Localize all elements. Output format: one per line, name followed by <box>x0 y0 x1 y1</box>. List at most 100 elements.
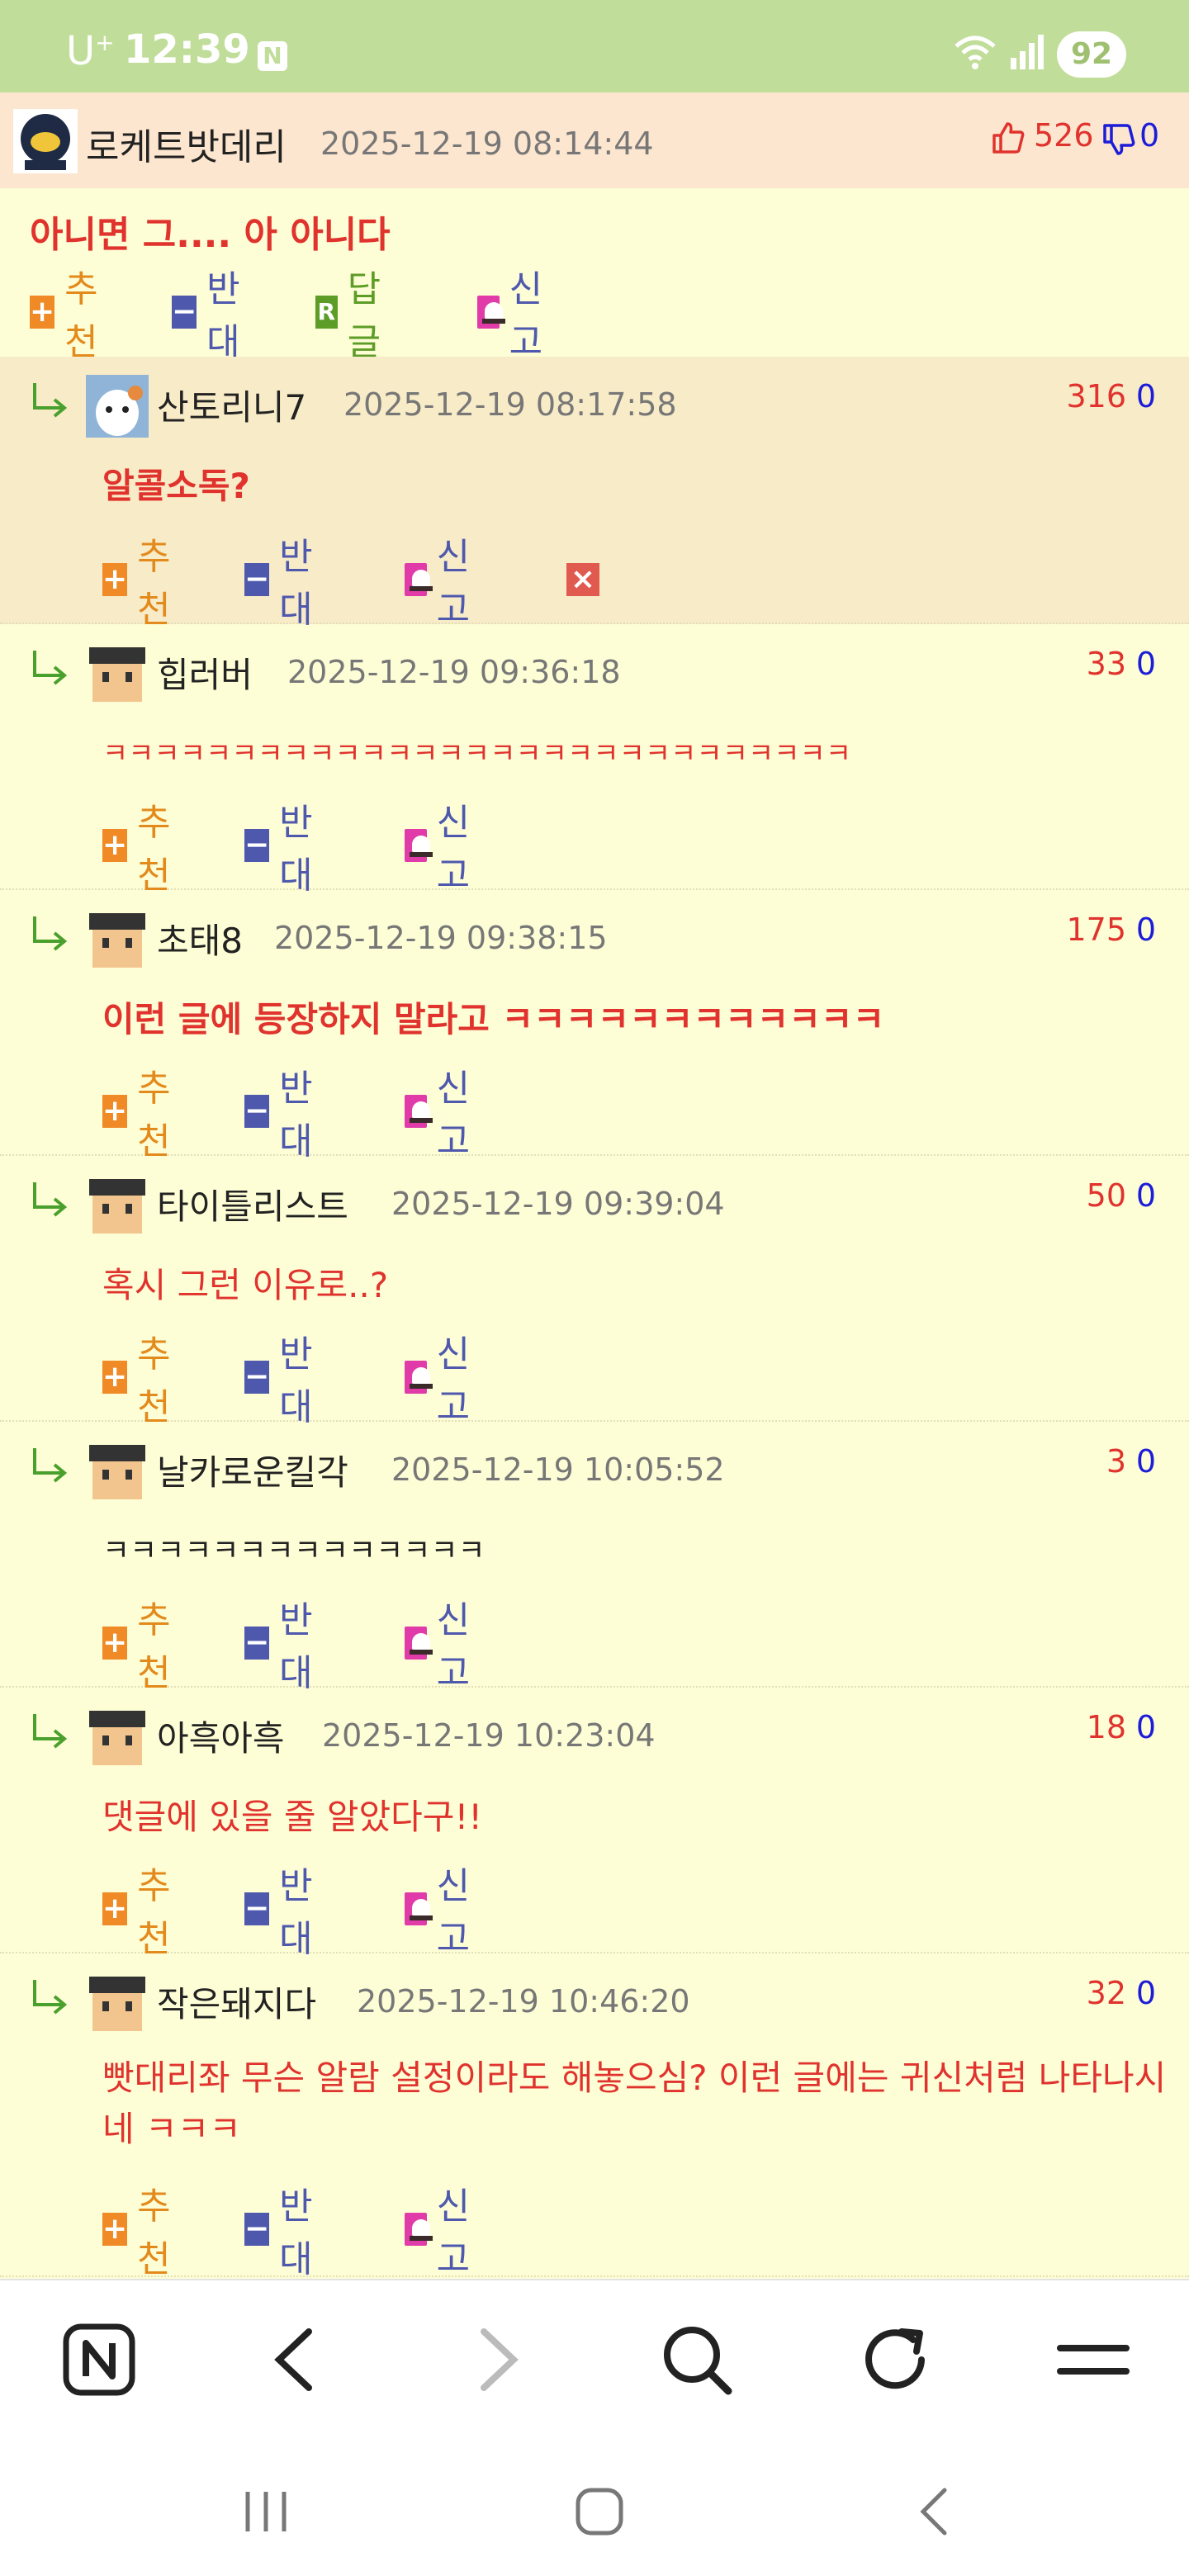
comment-down-count: 0 <box>1135 1443 1156 1480</box>
refresh-icon[interactable] <box>855 2320 935 2399</box>
recommend-button[interactable]: + 추천 <box>102 1599 178 1694</box>
recommend-button[interactable]: + 추천 <box>102 2185 178 2280</box>
report-button[interactable]: 신고 <box>405 1865 481 1960</box>
comment-down-count: 0 <box>1135 1177 1156 1214</box>
comment-up-count: 316 <box>1066 378 1126 414</box>
menu-icon[interactable] <box>1054 2320 1133 2399</box>
report-button[interactable]: 신고 <box>405 1599 481 1694</box>
recommend-button[interactable]: + 추천 <box>102 802 178 897</box>
report-button[interactable]: 신고 <box>405 1333 481 1428</box>
report-button[interactable]: 신고 <box>405 802 481 897</box>
pixel-avatar-icon <box>86 908 149 971</box>
report-button[interactable]: 신고 <box>405 536 481 631</box>
system-back-icon[interactable] <box>908 2485 961 2538</box>
comment-date: 2025-12-19 10:23:04 <box>322 1717 656 1754</box>
oppose-button[interactable]: − 반대 <box>172 268 248 363</box>
comment-body: ㅋㅋㅋㅋㅋㅋㅋㅋㅋㅋㅋㅋㅋㅋ <box>102 1534 486 1568</box>
comment-date: 2025-12-19 09:38:15 <box>274 920 608 956</box>
comment-author[interactable]: 날카로운킬각 <box>157 1445 348 1495</box>
comment-item: 초태8 2025-12-19 09:38:15 175 0 이런 글에 등장하지… <box>0 890 1189 1163</box>
oppose-button[interactable]: − 반대 <box>244 1068 320 1163</box>
oppose-button[interactable]: − 반대 <box>244 1865 320 1960</box>
siren-icon <box>405 563 433 596</box>
plus-icon: + <box>102 828 128 862</box>
comment-body: 알콜소독? <box>102 466 250 506</box>
search-icon[interactable] <box>657 2320 737 2399</box>
comment-body: 이런 글에 등장하지 말라고 ㅋㅋㅋㅋㅋㅋㅋㅋㅋㅋㅋㅋ <box>102 999 885 1039</box>
delete-button[interactable]: × <box>566 556 599 603</box>
plus-icon: + <box>102 2212 128 2246</box>
recommend-button[interactable]: + 추천 <box>30 268 106 363</box>
recommend-button[interactable]: + 추천 <box>102 536 178 631</box>
reply-arrow-icon <box>33 1182 68 1217</box>
comment-up-count: 32 <box>1086 1975 1126 2011</box>
post-author[interactable]: 로케트밧데리 <box>86 117 287 170</box>
minus-icon: − <box>244 2212 270 2246</box>
thumbs-down-icon[interactable] <box>1101 122 1136 157</box>
reply-arrow-icon <box>33 1714 68 1749</box>
home-icon[interactable] <box>573 2485 626 2538</box>
siren-icon <box>405 2213 433 2246</box>
comment-date: 2025-12-19 10:46:20 <box>357 1983 690 2020</box>
comment-date: 2025-12-19 08:17:58 <box>343 386 677 423</box>
comment-down-count: 0 <box>1135 378 1156 414</box>
post-like-count: 526 <box>1034 117 1094 154</box>
back-icon[interactable] <box>263 2320 329 2399</box>
report-button[interactable]: 신고 <box>477 268 553 363</box>
comment-date: 2025-12-19 09:36:18 <box>287 654 621 690</box>
comment-item: 날카로운킬각 2025-12-19 10:05:52 3 0 ㅋㅋㅋㅋㅋㅋㅋㅋㅋ… <box>0 1422 1189 1694</box>
report-button[interactable]: 신고 <box>405 2185 481 2280</box>
oppose-button[interactable]: − 반대 <box>244 1333 320 1428</box>
comment-up-count: 18 <box>1086 1709 1126 1745</box>
comment-author[interactable]: 산토리니7 <box>157 380 306 430</box>
comment-author[interactable]: 아흑아흑 <box>157 1711 285 1761</box>
system-nav-bar <box>0 2444 1189 2576</box>
comment-body: 댓글에 있을 줄 알았다구!! <box>102 1797 483 1837</box>
minus-icon: − <box>244 1094 270 1128</box>
comment-author[interactable]: 힙러버 <box>157 647 253 698</box>
plus-icon: + <box>102 1892 128 1925</box>
siren-icon <box>405 1361 433 1394</box>
post-date: 2025-12-19 08:14:44 <box>320 125 654 162</box>
recommend-button[interactable]: + 추천 <box>102 1865 178 1960</box>
wifi-icon <box>955 36 996 69</box>
naver-home-icon[interactable] <box>59 2320 139 2399</box>
pixel-avatar-icon <box>86 1706 149 1769</box>
post-body: 아니면 그.... 아 아니다 <box>30 214 391 256</box>
comment-author[interactable]: 타이틀리스트 <box>157 1179 348 1229</box>
plus-icon: + <box>102 1094 128 1128</box>
comment-body: 빳대리좌 무슨 알람 설정이라도 해놓으심? 이런 글에는 귀신처럼 나타나시네… <box>102 2057 1167 2149</box>
comment-author[interactable]: 초태8 <box>157 913 243 964</box>
comment-author[interactable]: 작은돼지다 <box>157 1977 316 2027</box>
reply-r-icon: R <box>315 296 338 329</box>
recommend-button[interactable]: + 추천 <box>102 1333 178 1428</box>
oppose-button[interactable]: − 반대 <box>244 1599 320 1694</box>
plus-icon: + <box>102 1360 128 1394</box>
oppose-button[interactable]: − 반대 <box>244 2185 320 2280</box>
oppose-button[interactable]: − 반대 <box>244 536 320 631</box>
post-header: 로케트밧데리 2025-12-19 08:14:44 526 0 <box>0 92 1189 188</box>
signal-icon <box>1011 35 1044 69</box>
reply-arrow-icon <box>33 1448 68 1483</box>
comment-up-count: 175 <box>1066 912 1126 948</box>
thumbs-up-icon[interactable] <box>991 121 1026 155</box>
comment-down-count: 0 <box>1135 1709 1156 1745</box>
minus-icon: − <box>244 562 270 596</box>
minus-icon: − <box>172 295 197 329</box>
recommend-button[interactable]: + 추천 <box>102 1068 178 1163</box>
battery-icon: 92 <box>1057 31 1126 78</box>
status-bar: U+ 12:39 N 92 <box>0 0 1189 92</box>
reply-button[interactable]: R 답글 <box>315 268 391 363</box>
reply-arrow-icon <box>33 651 68 685</box>
minus-icon: − <box>244 1360 270 1394</box>
forward-icon[interactable] <box>464 2320 530 2399</box>
comment-down-count: 0 <box>1135 646 1156 682</box>
comment-item: 타이틀리스트 2025-12-19 09:39:04 50 0 혹시 그런 이유… <box>0 1156 1189 1428</box>
report-button[interactable]: 신고 <box>405 1068 481 1163</box>
recents-icon[interactable] <box>239 2485 292 2538</box>
plus-icon: + <box>102 1626 128 1660</box>
reply-arrow-icon <box>33 383 68 418</box>
pixel-avatar-icon <box>86 1440 149 1503</box>
oppose-button[interactable]: − 반대 <box>244 802 320 897</box>
minus-icon: − <box>244 1892 270 1925</box>
